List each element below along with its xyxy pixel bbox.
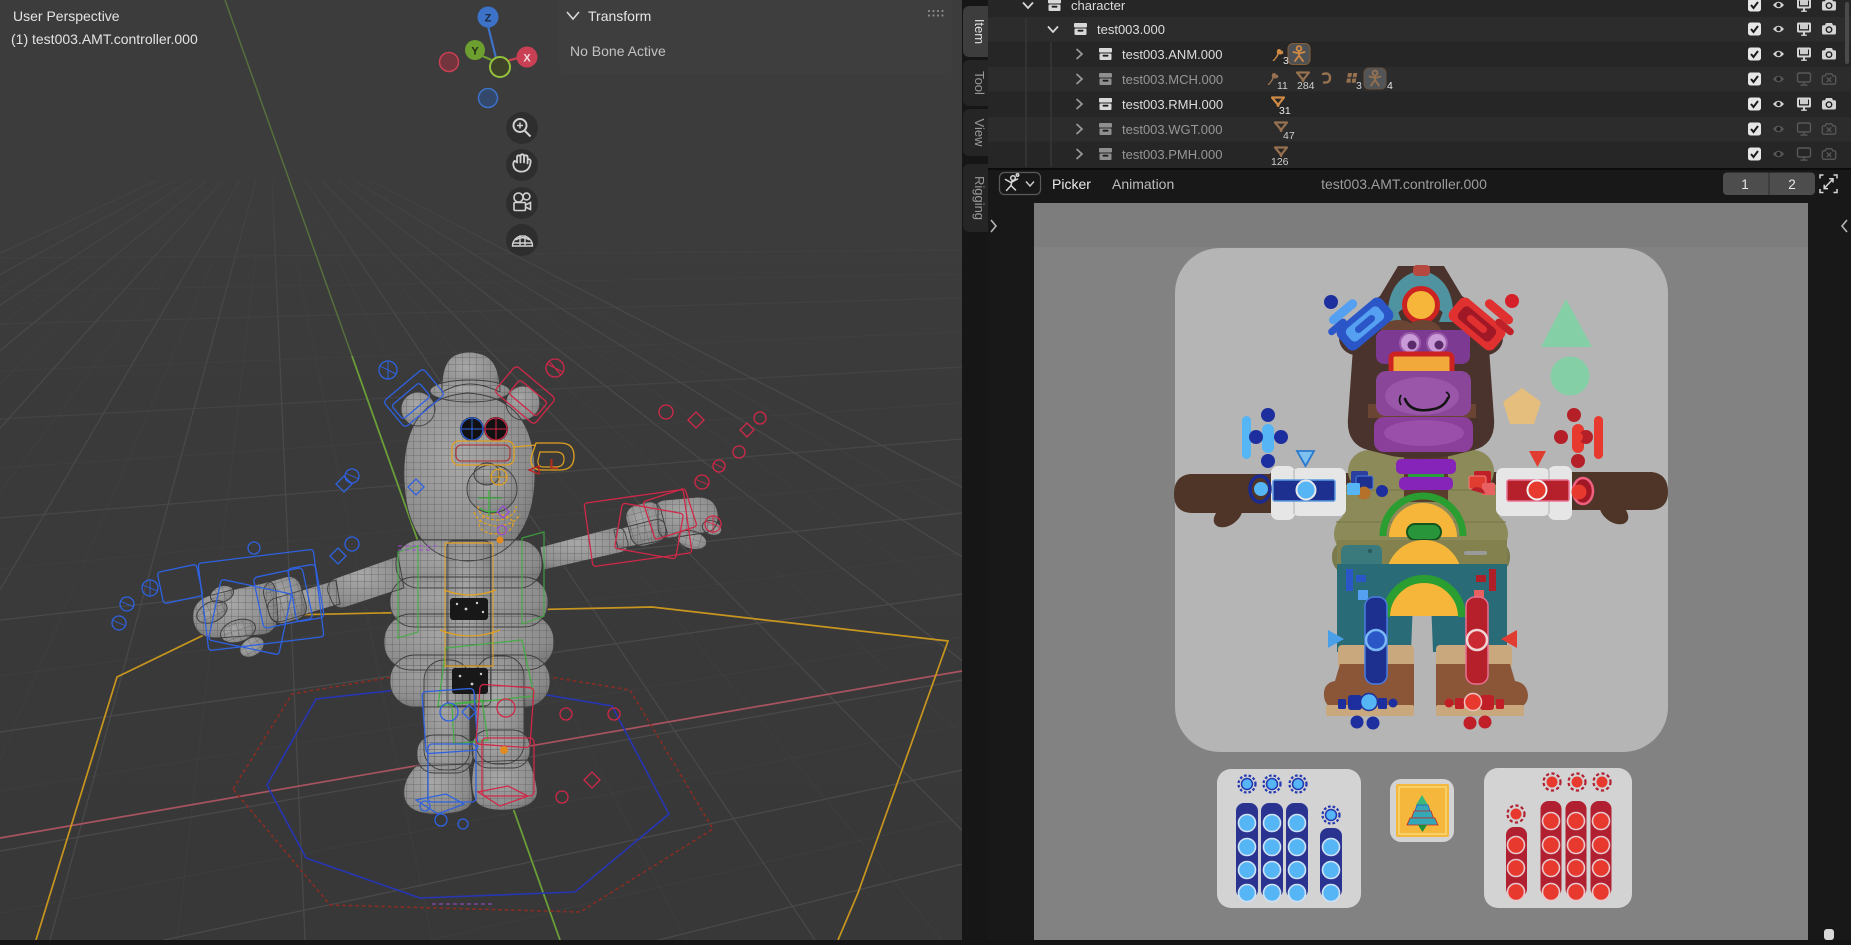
svg-text:test003.ANM.000: test003.ANM.000: [1122, 47, 1222, 62]
svg-text:4: 4: [1387, 80, 1393, 92]
svg-text:User Perspective: User Perspective: [13, 8, 120, 24]
svg-text:test003.WGT.000: test003.WGT.000: [1122, 122, 1222, 137]
svg-text:test003.RMH.000: test003.RMH.000: [1122, 97, 1223, 112]
svg-text:test003.AMT.controller.000: test003.AMT.controller.000: [1321, 176, 1487, 192]
svg-text:Tool: Tool: [972, 71, 987, 95]
svg-text:View: View: [972, 119, 987, 148]
svg-text:L: L: [549, 456, 558, 473]
svg-text:No Bone Active: No Bone Active: [570, 43, 666, 59]
svg-text:3: 3: [1356, 80, 1362, 92]
svg-text:(1) test003.AMT.controller.000: (1) test003.AMT.controller.000: [11, 31, 198, 47]
svg-text:Rigging: Rigging: [972, 176, 987, 220]
svg-text:Animation: Animation: [1112, 176, 1174, 192]
svg-text:Picker: Picker: [1052, 176, 1091, 192]
svg-text:Item: Item: [972, 19, 987, 44]
svg-text:X: X: [523, 53, 531, 65]
svg-text:Z: Z: [485, 13, 492, 25]
svg-text:Transform: Transform: [588, 8, 651, 24]
svg-text:1: 1: [1741, 177, 1749, 192]
svg-text:126: 126: [1271, 156, 1289, 168]
svg-text:character: character: [1071, 0, 1126, 13]
svg-text:Y: Y: [471, 46, 479, 58]
svg-text:test003.PMH.000: test003.PMH.000: [1122, 147, 1222, 162]
svg-text:test003.MCH.000: test003.MCH.000: [1122, 72, 1223, 87]
svg-text:11: 11: [1277, 80, 1288, 92]
svg-text:31: 31: [1279, 105, 1291, 117]
svg-text:284: 284: [1297, 80, 1315, 92]
svg-text:test003.000: test003.000: [1097, 22, 1165, 37]
svg-text:2: 2: [1788, 177, 1796, 192]
svg-text:47: 47: [1283, 130, 1295, 142]
